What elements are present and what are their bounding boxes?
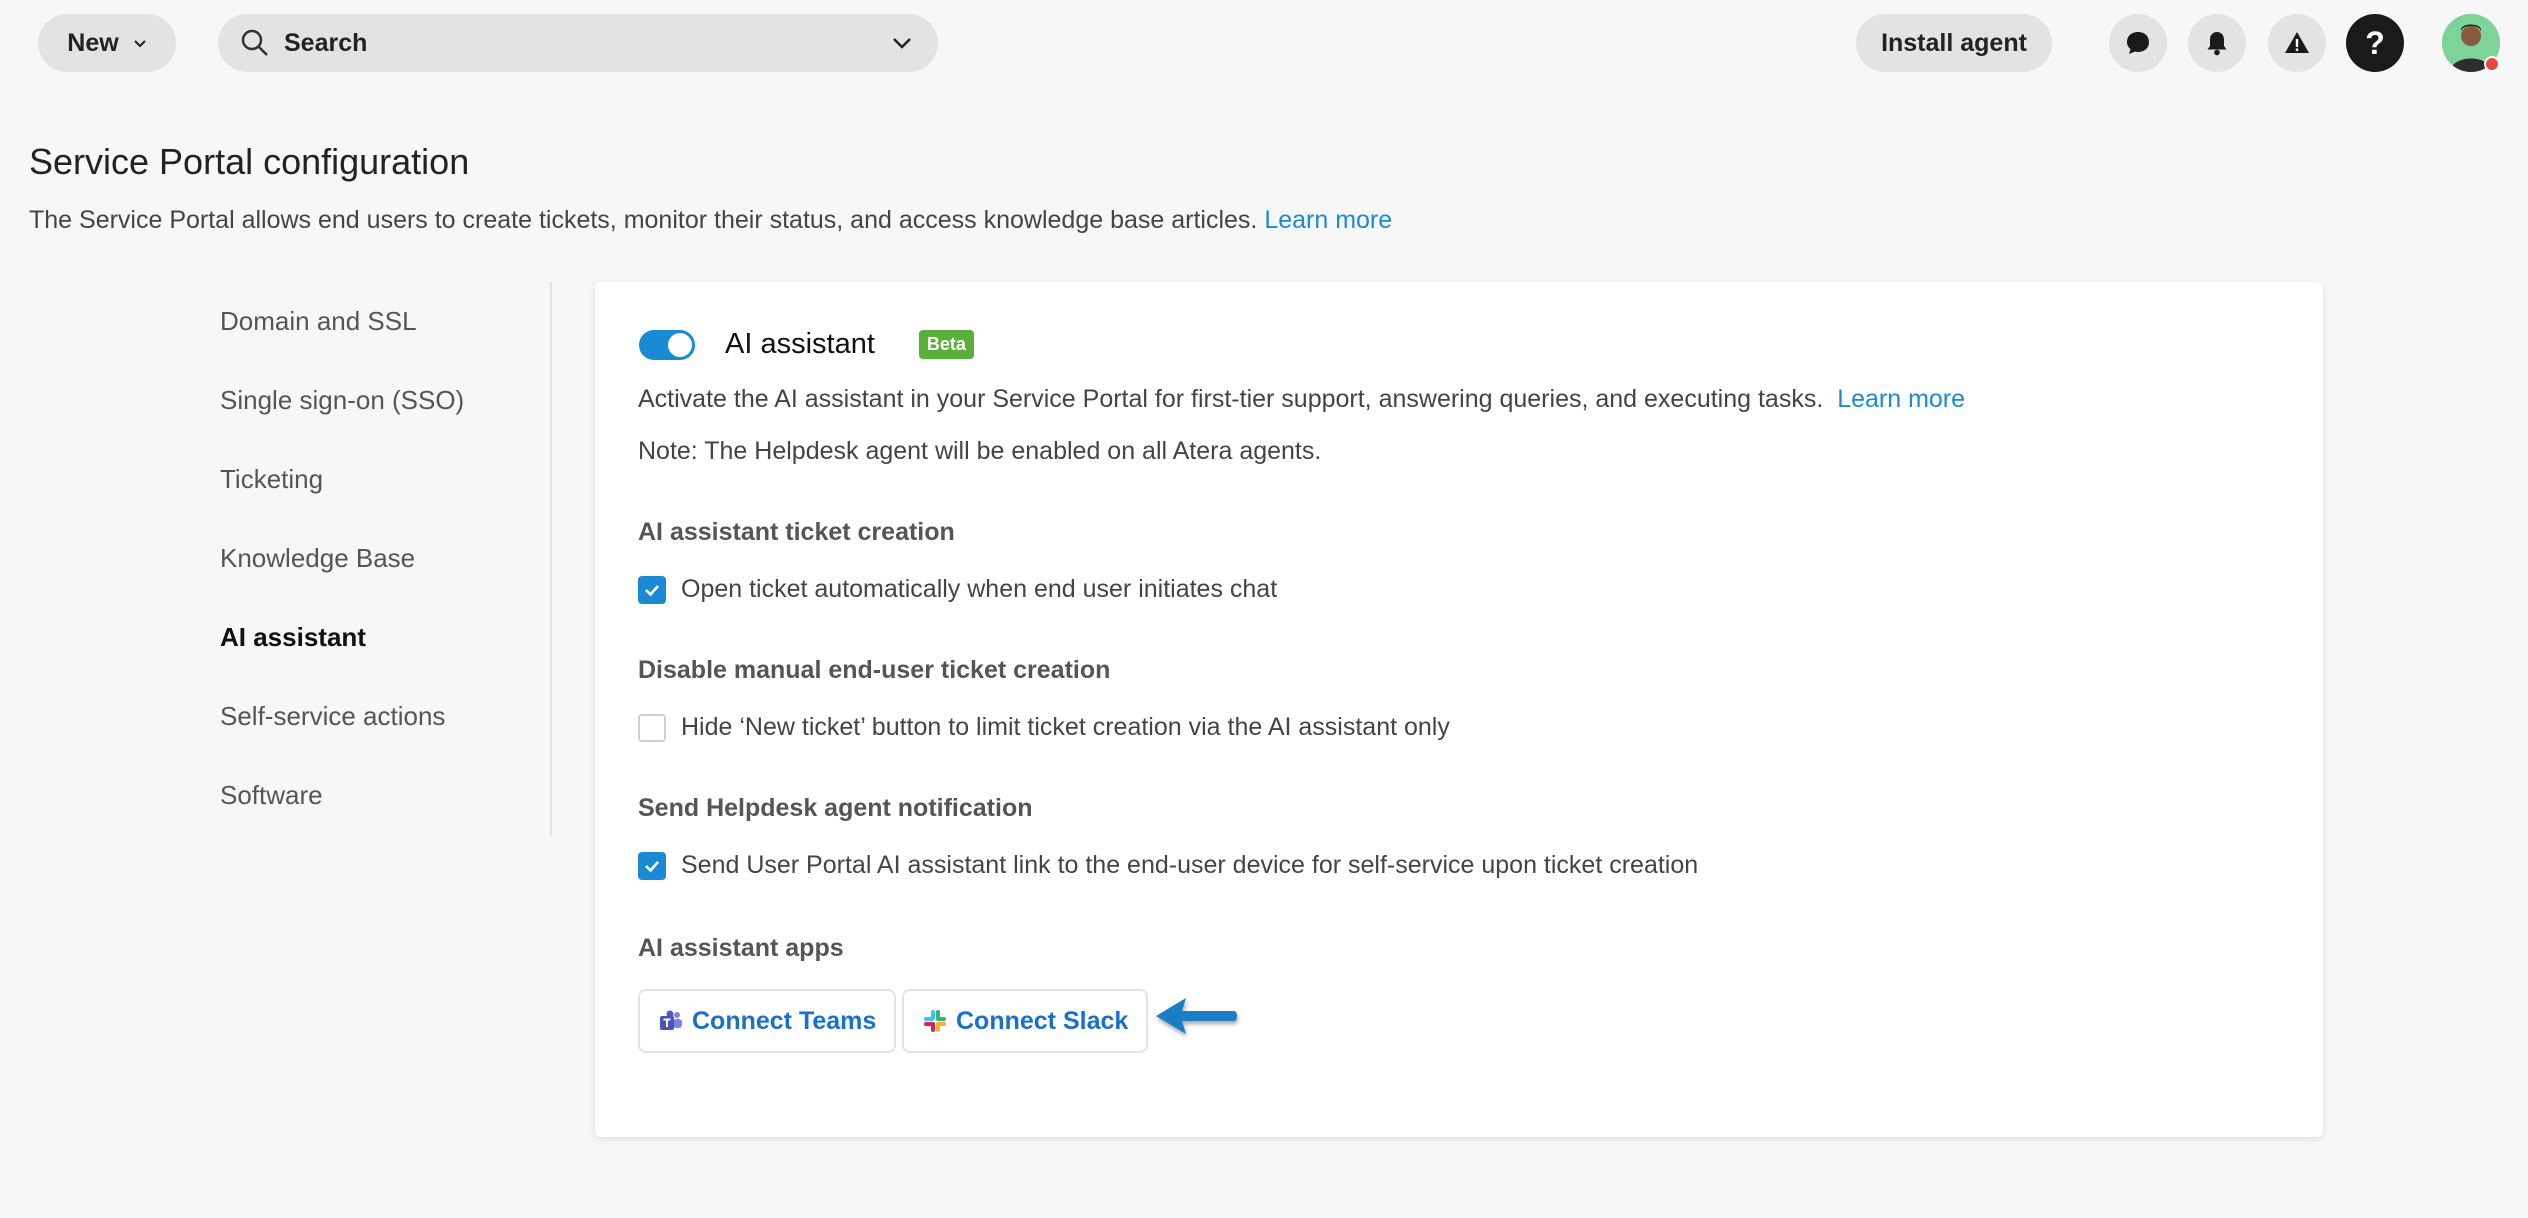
install-agent-button[interactable]: Install agent bbox=[1856, 14, 2052, 72]
check-icon bbox=[645, 860, 659, 872]
ai-assistant-card: AI assistant Beta Activate the AI assist… bbox=[595, 282, 2323, 1137]
option-hide-new-ticket[interactable]: Hide ‘New ticket’ button to limit ticket… bbox=[638, 713, 1450, 742]
connect-teams-label: Connect Teams bbox=[692, 1006, 877, 1035]
option-open-ticket[interactable]: Open ticket automatically when end user … bbox=[638, 575, 1277, 604]
connect-teams-button[interactable]: Connect Teams bbox=[638, 989, 897, 1053]
card-header: AI assistant Beta bbox=[639, 328, 974, 361]
search-icon bbox=[241, 29, 268, 56]
activate-description: Activate the AI assistant in your Servic… bbox=[638, 385, 1965, 414]
checkbox-checked[interactable] bbox=[638, 575, 666, 604]
sidebar-item-self-service-actions[interactable]: Self-service actions bbox=[220, 677, 550, 756]
page-title: Service Portal configuration bbox=[29, 141, 470, 182]
check-icon bbox=[645, 584, 659, 596]
chevron-down-icon[interactable] bbox=[890, 31, 914, 55]
sidebar-item-ai-assistant[interactable]: AI assistant bbox=[220, 598, 550, 677]
option-label: Send User Portal AI assistant link to th… bbox=[681, 851, 1699, 879]
sidebar-item-ticketing[interactable]: Ticketing bbox=[220, 440, 550, 519]
new-button-label: New bbox=[67, 28, 119, 57]
sidebar-item-software[interactable]: Software bbox=[220, 756, 550, 835]
connect-slack-button[interactable]: Connect Slack bbox=[902, 989, 1149, 1053]
section-apps: AI assistant apps bbox=[638, 934, 844, 962]
search-label: Search bbox=[284, 28, 368, 57]
ai-assistant-toggle[interactable] bbox=[639, 329, 695, 360]
pointer-arrow-icon bbox=[1156, 998, 1237, 1034]
settings-sidenav: Domain and SSL Single sign-on (SSO) Tick… bbox=[220, 282, 550, 835]
card-title: AI assistant bbox=[725, 328, 875, 360]
section-notification: Send Helpdesk agent notification bbox=[638, 794, 1033, 822]
slack-icon bbox=[924, 1010, 946, 1032]
sidebar-item-domain-ssl[interactable]: Domain and SSL bbox=[220, 282, 550, 361]
connect-slack-label: Connect Slack bbox=[956, 1006, 1129, 1035]
section-disable-manual: Disable manual end-user ticket creation bbox=[638, 656, 1111, 684]
new-button[interactable]: New bbox=[38, 14, 176, 72]
chat-icon bbox=[2127, 32, 2149, 54]
divider bbox=[550, 282, 552, 836]
alerts-button[interactable] bbox=[2268, 14, 2326, 72]
status-indicator bbox=[2484, 56, 2500, 72]
checkbox-checked[interactable] bbox=[638, 851, 666, 880]
page-description-text: The Service Portal allows end users to c… bbox=[29, 206, 1258, 234]
top-bar: New Search Install agent ? bbox=[0, 0, 2528, 86]
learn-more-link[interactable]: Learn more bbox=[1837, 385, 1965, 413]
sidebar-item-knowledge-base[interactable]: Knowledge Base bbox=[220, 519, 550, 598]
activate-text: Activate the AI assistant in your Servic… bbox=[638, 385, 1824, 413]
bell-icon bbox=[2207, 32, 2227, 56]
beta-badge: Beta bbox=[918, 330, 974, 359]
chat-button[interactable] bbox=[2109, 14, 2167, 72]
notifications-button[interactable] bbox=[2188, 14, 2246, 72]
learn-more-link[interactable]: Learn more bbox=[1264, 206, 1392, 234]
checkbox-unchecked[interactable] bbox=[638, 713, 666, 742]
section-ticket-creation: AI assistant ticket creation bbox=[638, 518, 955, 546]
search-bar[interactable]: Search bbox=[218, 14, 938, 72]
help-button[interactable]: ? bbox=[2346, 14, 2404, 72]
helpdesk-note: Note: The Helpdesk agent will be enabled… bbox=[638, 437, 1322, 465]
warning-icon bbox=[2285, 32, 2309, 53]
page-description: The Service Portal allows end users to c… bbox=[29, 206, 1392, 235]
help-icon: ? bbox=[2365, 24, 2385, 61]
sidebar-item-sso[interactable]: Single sign-on (SSO) bbox=[220, 361, 550, 440]
option-label: Hide ‘New ticket’ button to limit ticket… bbox=[681, 713, 1450, 741]
teams-icon bbox=[660, 1010, 682, 1030]
chevron-down-icon bbox=[133, 40, 146, 48]
option-send-link[interactable]: Send User Portal AI assistant link to th… bbox=[638, 851, 1698, 880]
option-label: Open ticket automatically when end user … bbox=[681, 575, 1278, 603]
